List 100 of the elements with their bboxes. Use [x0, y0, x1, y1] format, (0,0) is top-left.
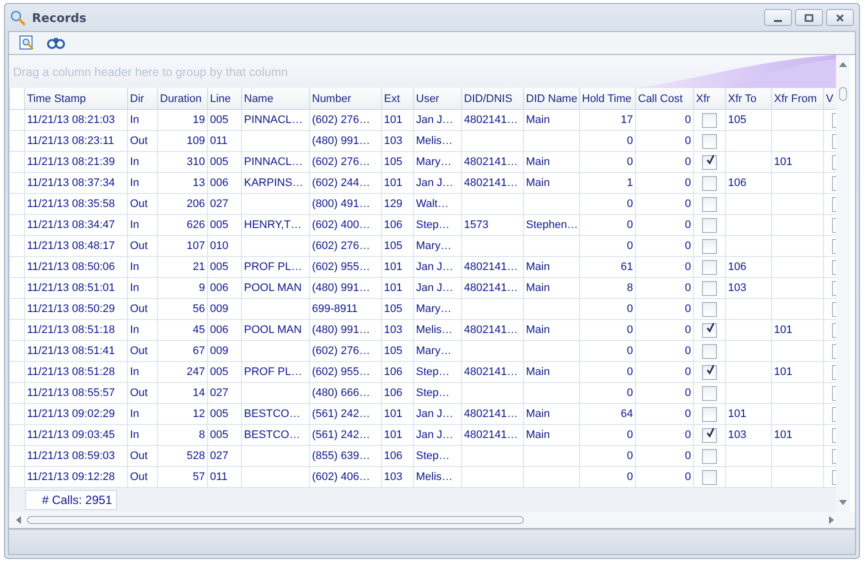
table-cell: 699-8911 [312, 303, 358, 315]
scroll-thumb[interactable] [27, 516, 524, 524]
table-cell: 105 [384, 240, 402, 252]
binoculars-button[interactable] [45, 36, 67, 50]
scroll-right-icon[interactable] [829, 516, 835, 524]
window-title: Records [32, 10, 86, 24]
table-cell: PINNACL… [244, 156, 303, 168]
close-button[interactable] [826, 9, 854, 26]
table-cell: (480) 991… [312, 324, 370, 336]
maximize-button[interactable] [795, 9, 823, 26]
table-cell: 0 [684, 156, 691, 168]
table-cell: 0 [684, 450, 691, 462]
checkbox[interactable] [702, 386, 717, 400]
table-cell: Out [130, 198, 148, 210]
table-cell: In [130, 156, 140, 168]
scroll-thumb[interactable] [839, 87, 847, 101]
checkbox[interactable] [702, 280, 717, 296]
checkbox[interactable] [702, 302, 717, 316]
table-cell: (602) 955… [312, 366, 370, 378]
checkbox[interactable] [702, 470, 717, 484]
table-cell: 11/21/13 08:51:28 [27, 366, 115, 378]
column-header[interactable]: Xfr From [772, 88, 824, 110]
table-cell: 101 [774, 156, 792, 168]
table-cell: Main [526, 324, 550, 336]
table-cell: Stephen… [526, 219, 578, 231]
column-header[interactable]: V [824, 88, 836, 110]
checkbox[interactable] [702, 112, 717, 128]
checkbox[interactable] [702, 134, 717, 148]
checkbox[interactable] [702, 218, 717, 232]
table-cell: BESTCO… [244, 408, 300, 420]
minimize-button[interactable] [764, 9, 792, 26]
table-cell: 11/21/13 08:50:29 [27, 303, 115, 315]
table-cell: 0 [626, 135, 633, 147]
table-cell: In [130, 177, 140, 189]
table-cell: 0 [626, 303, 633, 315]
scroll-left-icon[interactable] [15, 516, 21, 524]
table-cell: HENRY,T… [244, 219, 302, 231]
table-cell: (602) 400… [312, 219, 370, 231]
column-header[interactable]: Number [310, 88, 382, 110]
column-header[interactable]: Call Cost [636, 88, 694, 110]
table-cell: 103 [728, 282, 746, 294]
table-cell: 101 [384, 282, 402, 294]
table-cell: 0 [684, 345, 691, 357]
checkbox[interactable] [702, 364, 717, 380]
table-cell: 101 [774, 366, 792, 378]
table-cell: 106 [384, 366, 402, 378]
table-cell: 0 [626, 471, 633, 483]
table-cell: 101 [384, 429, 402, 441]
table-cell: Jan J… [416, 408, 454, 420]
table-cell: (602) 406… [312, 471, 370, 483]
table-cell: 0 [626, 198, 633, 210]
table-cell: 61 [620, 261, 633, 273]
checkbox[interactable] [702, 322, 717, 338]
table-cell: 010 [210, 240, 228, 252]
table-cell: 006 [210, 177, 228, 189]
table-cell: Walt… [416, 198, 449, 210]
checkbox[interactable] [702, 176, 717, 190]
column-header[interactable]: Time Stamp [24, 88, 128, 110]
horizontal-scrollbar[interactable] [9, 512, 855, 528]
checkbox[interactable] [702, 406, 717, 422]
table-cell: 4802141… [464, 177, 518, 189]
table-cell: Step… [416, 450, 450, 462]
table-cell: Mary… [416, 240, 452, 252]
table-cell: PINNACL… [244, 114, 303, 126]
table-cell: 14 [192, 387, 205, 399]
table-cell: 11/21/13 08:51:18 [27, 324, 115, 336]
table-cell: KARPINS… [244, 177, 304, 189]
column-header[interactable]: DID/DNIS [462, 88, 524, 110]
table-cell: Out [130, 345, 148, 357]
table-cell: Step… [416, 219, 450, 231]
checkbox[interactable] [702, 448, 717, 464]
table-cell: In [130, 429, 140, 441]
column-header[interactable]: User [414, 88, 462, 110]
vertical-scrollbar[interactable] [836, 55, 850, 512]
table-cell: Out [130, 303, 148, 315]
column-header[interactable]: Line [208, 88, 242, 110]
scroll-up-icon[interactable] [839, 61, 847, 67]
table-cell: 11/21/13 08:55:57 [27, 387, 115, 399]
column-header[interactable]: Name [242, 88, 310, 110]
column-header[interactable]: Xfr To [726, 88, 772, 110]
column-header[interactable]: Dir [128, 88, 158, 110]
checkbox[interactable] [702, 428, 717, 442]
table-cell: In [130, 114, 140, 126]
checkbox[interactable] [702, 238, 717, 254]
column-header[interactable]: Ext [382, 88, 414, 110]
table-cell: 11/21/13 08:21:39 [27, 156, 115, 168]
column-header[interactable]: DID Name [524, 88, 580, 110]
checkbox[interactable] [702, 154, 717, 170]
checkbox[interactable] [702, 344, 717, 358]
table-cell: In [130, 219, 140, 231]
table-cell: (602) 244… [312, 177, 370, 189]
column-header[interactable]: Hold Time [580, 88, 636, 110]
column-header[interactable]: Xfr [694, 88, 726, 110]
scroll-down-icon[interactable] [839, 500, 847, 506]
column-header[interactable]: Duration [158, 88, 208, 110]
checkbox[interactable] [702, 196, 717, 212]
table-cell: 005 [210, 408, 228, 420]
table-cell: 009 [210, 303, 228, 315]
checkbox[interactable] [702, 260, 717, 274]
table-cell: 0 [684, 408, 691, 420]
